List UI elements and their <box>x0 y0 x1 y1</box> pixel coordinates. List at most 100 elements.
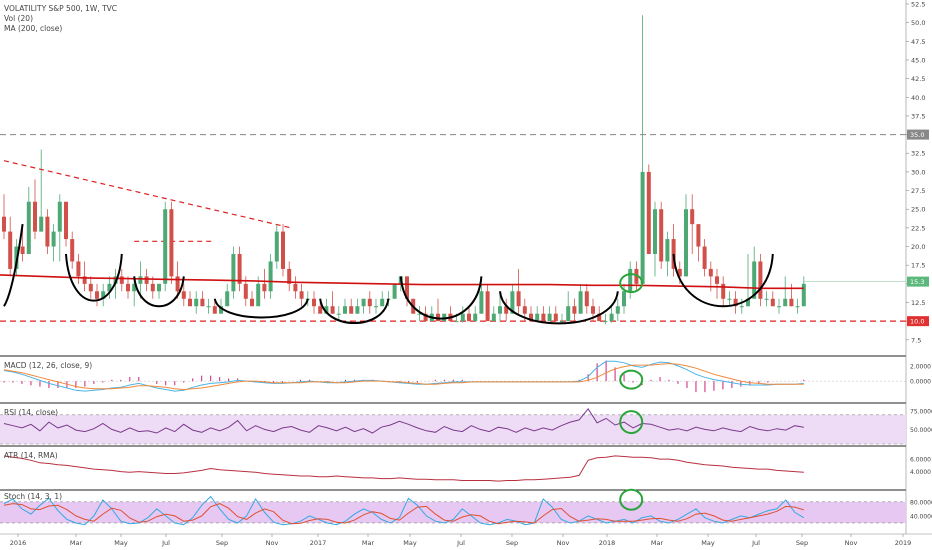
y-tick-label: 30.0 <box>911 168 925 176</box>
x-tick-label: Jul <box>751 539 760 547</box>
grid-layer <box>0 0 932 535</box>
candle-body <box>783 298 788 307</box>
rsi-pane-title: RSI (14, close) <box>4 408 59 417</box>
candle-body <box>777 306 781 308</box>
candle-body <box>349 306 354 314</box>
atr-y-tick-label: 4.0000 <box>910 469 931 476</box>
y-tick-label: 27.5 <box>911 187 925 195</box>
candle-body <box>8 231 13 269</box>
candle-body <box>212 306 217 314</box>
cup-arc <box>319 298 390 325</box>
candle-body <box>516 291 521 307</box>
y-tick-label: 32.5 <box>911 150 925 158</box>
candle-body <box>33 201 37 232</box>
candle-body <box>225 291 230 307</box>
candle-body <box>659 209 664 262</box>
candle-body <box>318 306 323 314</box>
candle-body <box>231 253 236 292</box>
candle-body <box>479 291 484 314</box>
candle-body <box>721 283 726 299</box>
candle-body <box>51 231 56 247</box>
candle-body <box>603 321 608 323</box>
macd-series-line <box>3 363 804 391</box>
chart-canvas[interactable]: 7.510.012.515.017.520.022.525.027.530.03… <box>0 0 932 550</box>
indicator-layer <box>0 360 906 526</box>
candle-body <box>684 209 688 277</box>
axes-layer: 7.510.012.515.017.520.022.525.027.530.03… <box>10 1 932 548</box>
cup-arc <box>3 224 24 307</box>
candle-body <box>522 306 527 314</box>
candle-body <box>491 313 496 322</box>
candle-body <box>250 298 254 307</box>
macd-pane-title: MACD (12, 26, close, 9) <box>4 361 93 370</box>
price-label-text: 15.3 <box>910 278 924 286</box>
candle-body <box>181 291 186 299</box>
y-tick-label: 25.0 <box>911 206 925 214</box>
candle-body <box>57 201 62 232</box>
candle-body <box>76 261 81 277</box>
candle-body <box>243 283 248 299</box>
x-tick-label: Mar <box>70 539 83 547</box>
candle-body <box>20 246 25 254</box>
candle-body <box>485 291 490 322</box>
macd-y-tick-label: 2.0000 <box>910 363 931 370</box>
candle-body <box>355 306 360 314</box>
candle-body <box>460 313 465 322</box>
candle-body <box>560 321 564 323</box>
candle-body <box>541 313 546 322</box>
candle-body <box>336 313 341 315</box>
candle-body <box>727 298 732 300</box>
annotation-layer <box>3 160 774 325</box>
candle-body <box>206 306 211 308</box>
y-tick-label: 7.5 <box>911 336 921 344</box>
candle-body <box>615 306 620 314</box>
x-tick-label: Jul <box>456 539 465 547</box>
candle-body <box>789 298 794 307</box>
macd-signal-circle <box>619 369 644 390</box>
candle-body <box>380 298 385 307</box>
candle-body <box>343 306 347 314</box>
candle-body <box>95 291 99 299</box>
y-tick-label: 40.0 <box>911 94 925 102</box>
candle-body <box>801 283 806 307</box>
candle-body <box>281 231 285 269</box>
candle-body <box>609 313 614 322</box>
price-label-text: 10.0 <box>910 318 924 326</box>
candle-body <box>467 313 471 322</box>
candle-body <box>200 298 205 307</box>
candle-body <box>498 306 502 314</box>
candle-body <box>690 209 695 225</box>
stoch-pane-title: Stoch (14, 3, 1) <box>4 492 63 501</box>
y-tick-label: 12.5 <box>911 299 925 307</box>
x-tick-label: Nov <box>845 539 858 547</box>
x-tick-label: 2016 <box>10 539 27 547</box>
candle-body <box>188 298 192 307</box>
vol-indicator-label: Vol (20) <box>4 14 34 23</box>
candle-body <box>622 291 626 307</box>
x-tick-label: May <box>701 539 715 547</box>
x-tick-label: Nov <box>266 539 279 547</box>
candle-body <box>126 283 130 292</box>
x-tick-label: Mar <box>651 539 664 547</box>
ma-indicator-label: MA (200, close) <box>4 24 63 33</box>
candle-body <box>256 283 261 307</box>
candle-body <box>312 298 316 307</box>
stoch-y-tick-label: 80.0000 <box>910 499 932 506</box>
x-tick-label: Sep <box>506 539 518 547</box>
candle-body <box>2 216 6 232</box>
candle-body <box>640 171 645 284</box>
candle-body <box>119 276 124 284</box>
atr-series-line <box>3 455 804 482</box>
y-tick-label: 22.5 <box>911 224 925 232</box>
candle-body <box>392 283 397 299</box>
candle-body <box>45 216 50 247</box>
x-tick-label: May <box>114 539 128 547</box>
candle-body <box>274 231 279 262</box>
candle-body <box>566 306 571 322</box>
y-tick-label: 47.5 <box>911 38 925 46</box>
candle-body <box>150 283 155 292</box>
candle-body <box>591 306 595 314</box>
candle-body <box>64 201 68 240</box>
macd-y-tick-label: 0.0000 <box>910 379 931 386</box>
candle-body <box>194 298 199 307</box>
